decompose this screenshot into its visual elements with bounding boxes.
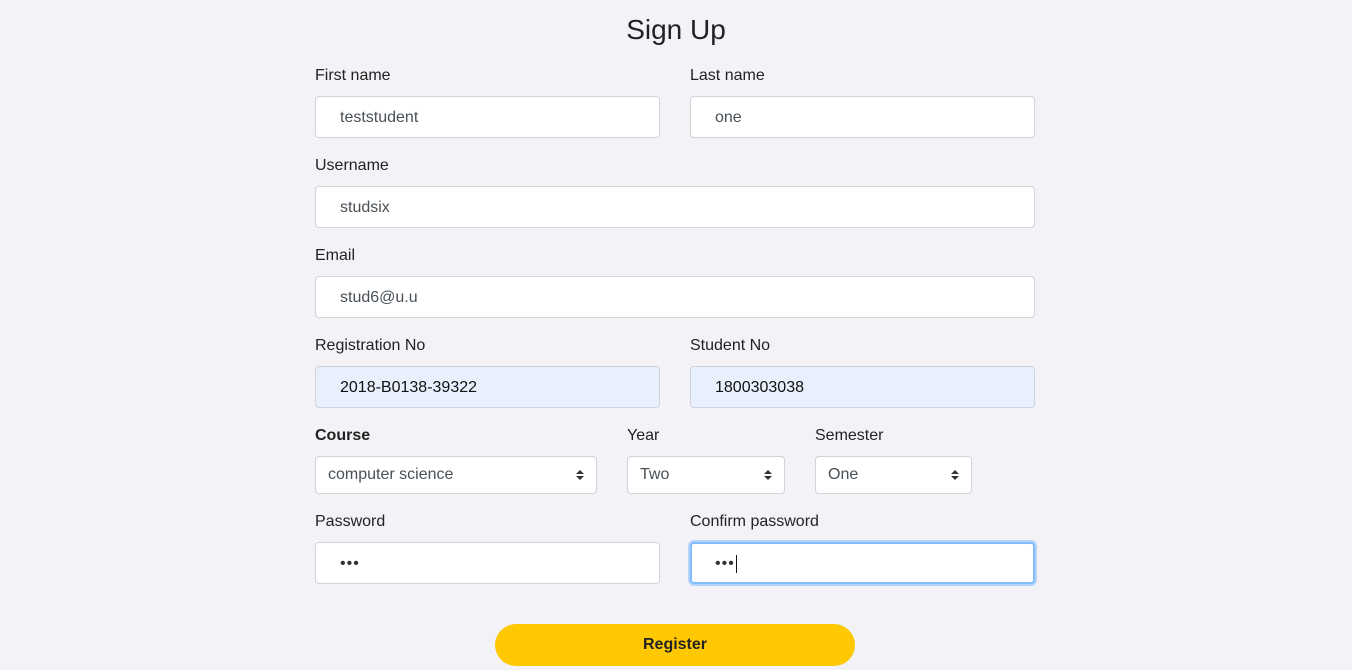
student-no-label: Student No [690,337,771,354]
course-selected-value: computer science [328,466,454,483]
course-select[interactable]: computer science [315,456,597,494]
text-caret [735,554,737,573]
semester-label: Semester [815,427,884,444]
signup-page: Sign Up First name teststudent Last name… [0,0,1352,670]
year-selected-value: Two [640,466,670,483]
username-label: Username [315,157,389,174]
first-name-label: First name [315,67,391,84]
select-arrows-icon [764,470,772,480]
registration-no-field[interactable]: 2018-B0138-39322 [315,366,660,408]
semester-select[interactable]: One [815,456,972,494]
password-value: ••• [340,555,360,572]
email-value: stud6@u.u [340,289,418,306]
username-field[interactable]: studsix [315,186,1035,228]
select-arrows-icon [576,470,584,480]
register-button[interactable]: Register [495,624,855,666]
email-field[interactable]: stud6@u.u [315,276,1035,318]
year-select[interactable]: Two [627,456,785,494]
first-name-value: teststudent [340,109,419,126]
last-name-label: Last name [690,67,765,84]
password-label: Password [315,513,386,530]
username-value: studsix [340,199,390,216]
select-arrows-icon [951,470,959,480]
semester-selected-value: One [828,466,859,483]
student-no-field[interactable]: 1800303038 [690,366,1035,408]
confirm-password-value: ••• [715,555,735,572]
year-label: Year [627,427,660,444]
email-label: Email [315,247,356,264]
course-label: Course [315,427,371,444]
student-no-value: 1800303038 [715,379,804,396]
confirm-password-label: Confirm password [690,513,819,530]
confirm-password-value-wrap: ••• [715,543,737,585]
first-name-field[interactable]: teststudent [315,96,660,138]
last-name-value: one [715,109,742,126]
registration-no-label: Registration No [315,337,426,354]
page-title: Sign Up [626,14,726,45]
registration-no-value: 2018-B0138-39322 [340,379,478,396]
confirm-password-field[interactable]: ••• [690,542,1035,584]
password-field[interactable]: ••• [315,542,660,584]
last-name-field[interactable]: one [690,96,1035,138]
